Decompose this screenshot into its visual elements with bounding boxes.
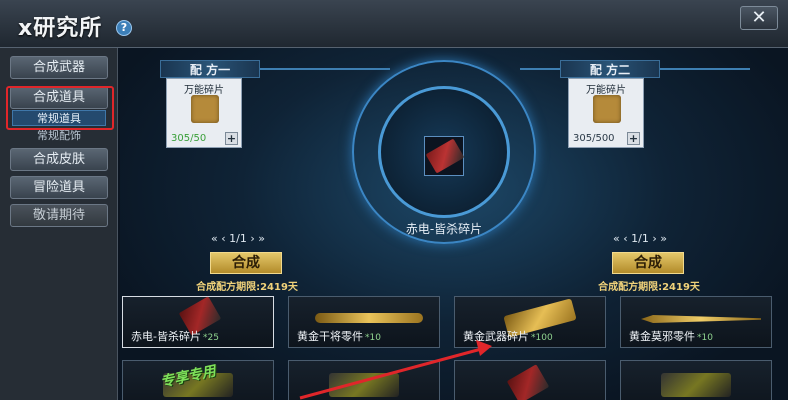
annotation-arrow <box>299 340 492 400</box>
arrow-line <box>299 346 486 400</box>
arrow-head <box>476 340 492 356</box>
